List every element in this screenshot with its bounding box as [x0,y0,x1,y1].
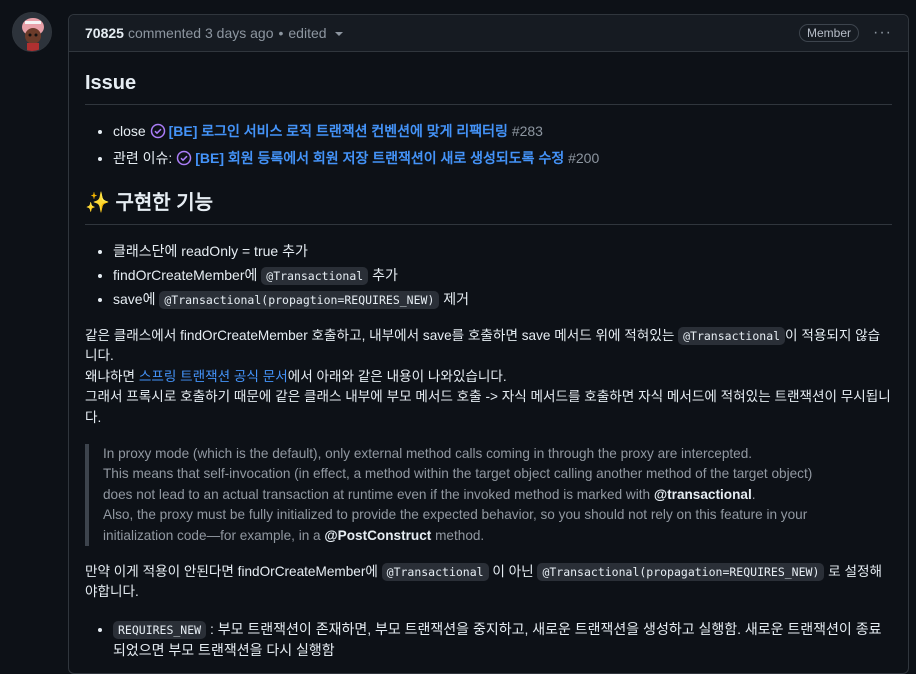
sparkles-icon: ✨ [85,192,110,214]
issue-list: close [BE] 로그인 서비스 로직 트랜잭션 컨벤션에 맞게 리팩터링 … [85,121,892,172]
comment-action: commented [127,25,202,41]
quote-bold: @PostConstruct [324,527,432,543]
quote-bold: @transactional [653,486,752,502]
inline-code: @Transactional(propagtion=REQUIRES_NEW) [159,291,440,309]
avatar[interactable] [12,12,52,52]
list-item: 관련 이슈: [BE] 회원 등록에서 회원 저장 트랜잭션이 새로 생성되도록… [113,148,892,172]
inline-code: @Transactional [678,327,786,345]
quote-line: method. [435,527,485,543]
issue-number: #283 [511,123,543,139]
issue-prefix: 관련 이슈: [113,150,173,166]
heading-features-text: 구현한 기능 [115,192,214,214]
inline-code: @Transactional [261,267,369,285]
avatar-image [13,13,51,51]
para-text: 에서 아래와 같은 내용이 나와있습니다. [287,368,507,384]
member-badge: Member [799,24,860,42]
item-text: : 부모 트랜잭션이 존재하면, 부모 트랜잭션을 중지하고, 새로운 트랜잭션… [113,620,882,658]
list-item: findOrCreateMember에 @Transactional 추가 [113,265,892,286]
kebab-menu-icon[interactable]: ··· [873,24,892,42]
edited-dropdown[interactable]: edited [288,25,343,41]
comment-box: 70825 commented 3 days ago • edited Memb… [68,14,909,674]
issue-number: #200 [568,150,600,166]
quote-line: . [751,486,756,502]
quote-line: This means that self-invocation (in effe… [103,466,813,482]
propagation-list: REQUIRES_NEW : 부모 트랜잭션이 존재하면, 부모 트랜잭션을 중… [85,619,892,661]
list-item: 클래스단에 readOnly = true 추가 [113,241,892,262]
inline-code: @Transactional [381,562,489,581]
inline-code: REQUIRES_NEW [113,620,207,639]
para-text: 왜냐하면 [85,368,136,384]
spring-docs-link[interactable]: 스프링 트랜잭션 공식 문서 [139,369,288,384]
comment-author[interactable]: 70825 [85,25,124,41]
issue-prefix: close [113,123,146,139]
comment-header: 70825 commented 3 days ago • edited Memb… [69,15,908,52]
heading-features: ✨ 구현한 기능 [85,188,892,225]
para-text: 만약 이게 적용이 안된다면 findOrCreateMember에 [85,563,378,579]
quote-line: Also, the proxy must be fully initialize… [103,507,808,523]
item-text: 제거 [443,291,470,307]
separator-dot: • [278,25,284,41]
edited-label: edited [288,25,327,41]
quote-line: does not lead to an actual transaction a… [103,486,651,502]
list-item: REQUIRES_NEW : 부모 트랜잭션이 존재하면, 부모 트랜잭션을 중… [113,619,892,661]
issue-link[interactable]: [BE] 회원 등록에서 회원 저장 트랜잭션이 새로 생성되도록 수정 [195,150,564,166]
para-text: 이 아닌 [492,563,534,579]
heading-issue: Issue [85,68,892,105]
inline-code: @Transactional(propagation=REQUIRES_NEW) [537,562,825,581]
check-circle-icon [176,150,192,172]
para-text: 그래서 프록시로 호출하기 때문에 같은 클래스 내부에 부모 메서드 호출 -… [85,389,891,425]
item-text: findOrCreateMember에 [113,267,258,283]
issue-link[interactable]: [BE] 로그인 서비스 로직 트랜잭션 컨벤션에 맞게 리팩터링 [169,123,508,139]
blockquote: In proxy mode (which is the default), on… [85,443,892,546]
check-circle-icon [150,123,166,145]
paragraph-solution: 만약 이게 적용이 안된다면 findOrCreateMember에 @Tran… [85,562,892,603]
comment-body: Issue close [BE] 로그인 서비스 로직 트랜잭션 컨벤션에 맞게… [69,52,908,661]
para-text: 같은 클래스에서 findOrCreateMember 호출하고, 내부에서 s… [85,328,675,343]
list-item: save에 @Transactional(propagtion=REQUIRES… [113,289,892,310]
item-text: save에 [113,291,156,307]
feature-list: 클래스단에 readOnly = true 추가 findOrCreateMem… [85,241,892,310]
list-item: close [BE] 로그인 서비스 로직 트랜잭션 컨벤션에 맞게 리팩터링 … [113,121,892,145]
paragraph-explanation: 같은 클래스에서 findOrCreateMember 호출하고, 내부에서 s… [85,326,892,428]
item-text: 추가 [372,267,398,283]
chevron-down-icon [334,32,343,37]
quote-line: initialization code—for example, in a [103,527,321,543]
quote-line: In proxy mode (which is the default), on… [103,445,753,461]
comment-time[interactable]: 3 days ago [205,25,274,41]
